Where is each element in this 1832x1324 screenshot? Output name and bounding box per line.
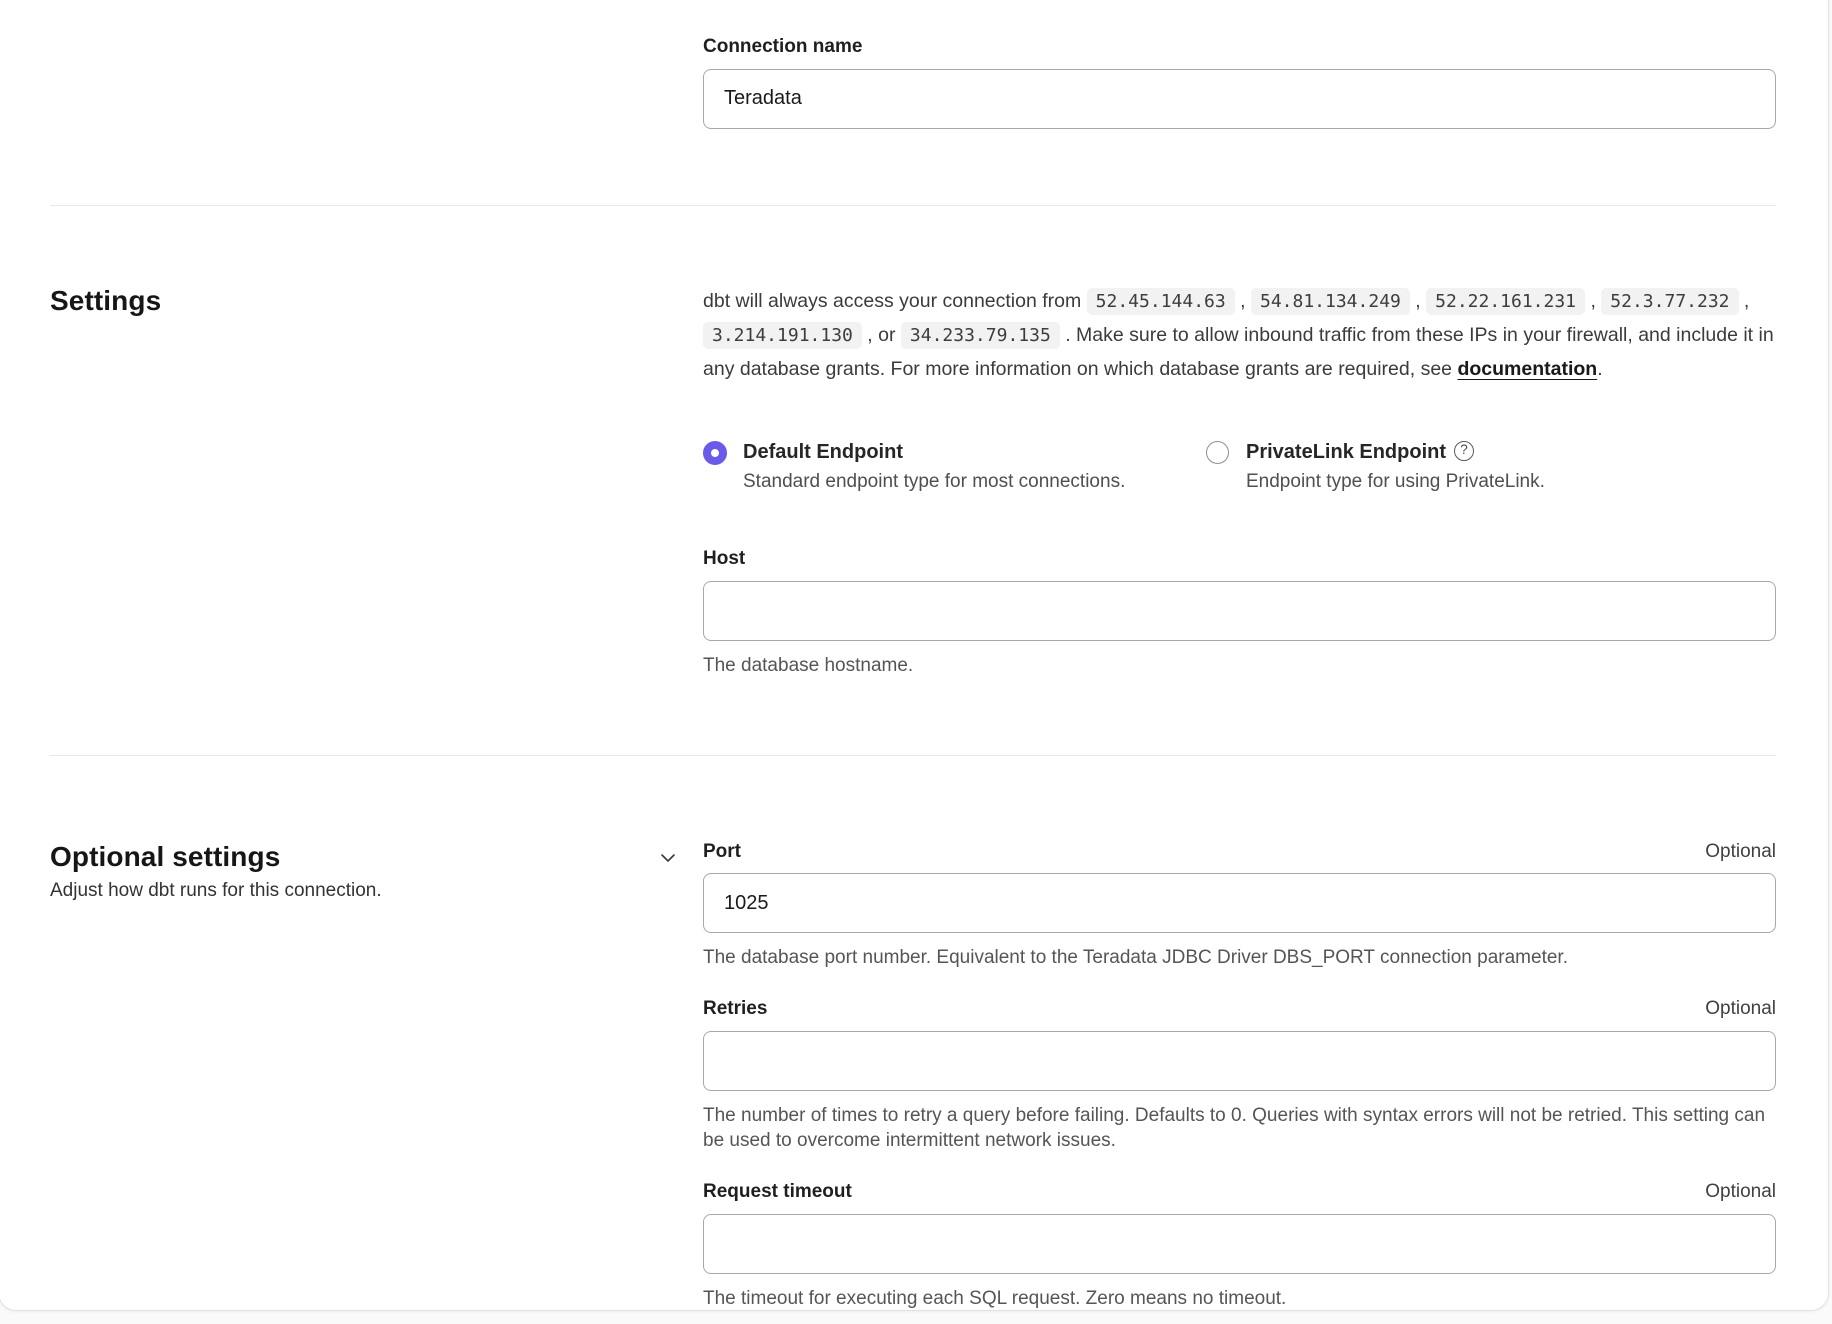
radio-selected-icon[interactable] bbox=[703, 441, 727, 465]
chevron-down-icon bbox=[658, 848, 678, 868]
port-input[interactable] bbox=[703, 873, 1776, 933]
privatelink-endpoint-label: PrivateLink Endpoint bbox=[1246, 440, 1446, 465]
optional-settings-section: Optional settings Adjust how dbt runs fo… bbox=[50, 756, 1776, 1311]
host-field: Host The database hostname. bbox=[703, 547, 1776, 678]
optional-badge: Optional bbox=[1705, 841, 1776, 863]
documentation-link[interactable]: documentation bbox=[1457, 358, 1597, 380]
connection-settings-card: Connection name Settings dbt will always… bbox=[0, 0, 1829, 1311]
help-question-icon[interactable]: ? bbox=[1454, 441, 1474, 461]
optional-settings-subheading: Adjust how dbt runs for this connection. bbox=[50, 880, 654, 902]
privatelink-endpoint-description: Endpoint type for using PrivateLink. bbox=[1246, 471, 1545, 493]
retries-input[interactable] bbox=[703, 1031, 1776, 1091]
settings-section: Settings dbt will always access your con… bbox=[50, 206, 1776, 755]
endpoint-radio-group: Default Endpoint Standard endpoint type … bbox=[703, 440, 1776, 493]
ip-address-chip: 52.45.144.63 bbox=[1087, 288, 1235, 315]
request-timeout-input[interactable] bbox=[703, 1214, 1776, 1274]
default-endpoint-label: Default Endpoint bbox=[743, 440, 903, 465]
retries-help-text: The number of times to retry a query bef… bbox=[703, 1103, 1776, 1154]
port-field: Port Optional The database port number. … bbox=[703, 840, 1776, 971]
port-label: Port bbox=[703, 840, 741, 864]
retries-label: Retries bbox=[703, 997, 767, 1021]
ip-address-chip: 3.214.191.130 bbox=[703, 322, 862, 349]
ip-address-chip: 54.81.134.249 bbox=[1251, 288, 1410, 315]
host-input[interactable] bbox=[703, 581, 1776, 641]
ip-notice: dbt will always access your connection f… bbox=[703, 284, 1776, 386]
retries-field: Retries Optional The number of times to … bbox=[703, 997, 1776, 1154]
port-help-text: The database port number. Equivalent to … bbox=[703, 945, 1776, 971]
ip-address-chip: 34.233.79.135 bbox=[901, 322, 1060, 349]
connection-name-section: Connection name bbox=[50, 0, 1776, 205]
connection-name-input[interactable] bbox=[703, 69, 1776, 129]
connection-name-field: Connection name bbox=[703, 35, 1776, 129]
optional-settings-heading: Optional settings bbox=[50, 840, 654, 874]
ip-address-chip: 52.3.77.232 bbox=[1601, 288, 1738, 315]
request-timeout-field: Request timeout Optional The timeout for… bbox=[703, 1180, 1776, 1311]
default-endpoint-description: Standard endpoint type for most connecti… bbox=[743, 471, 1206, 493]
request-timeout-label: Request timeout bbox=[703, 1180, 852, 1204]
settings-heading: Settings bbox=[50, 284, 654, 318]
host-label: Host bbox=[703, 547, 1776, 571]
optional-badge: Optional bbox=[1705, 998, 1776, 1020]
request-timeout-help-text: The timeout for executing each SQL reque… bbox=[703, 1286, 1776, 1311]
ip-address-chip: 52.22.161.231 bbox=[1426, 288, 1585, 315]
radio-option-default-endpoint[interactable]: Default Endpoint Standard endpoint type … bbox=[703, 440, 1206, 493]
connection-name-label: Connection name bbox=[703, 35, 1776, 59]
host-help-text: The database hostname. bbox=[703, 653, 1776, 679]
collapse-section-button[interactable] bbox=[654, 844, 682, 872]
optional-badge: Optional bbox=[1705, 1181, 1776, 1203]
radio-option-privatelink-endpoint[interactable]: PrivateLink Endpoint ? Endpoint type for… bbox=[1206, 440, 1545, 493]
radio-unselected-icon[interactable] bbox=[1206, 441, 1229, 464]
